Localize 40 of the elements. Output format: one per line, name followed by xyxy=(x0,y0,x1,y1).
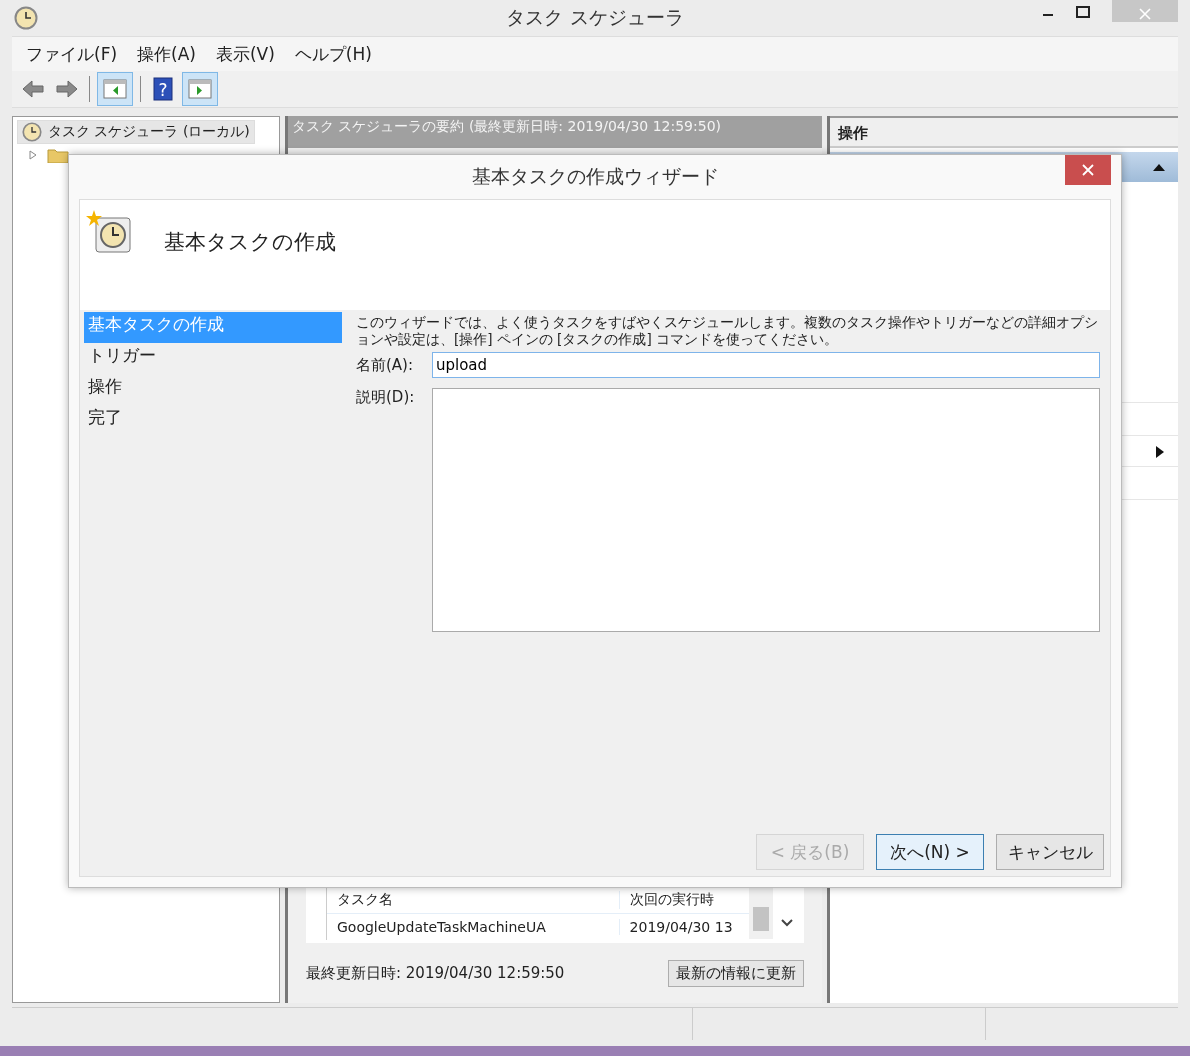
close-icon[interactable] xyxy=(1082,164,1094,176)
tree-item[interactable]: タスク スケジューラ (ローカル) xyxy=(17,120,255,144)
wizard-heading: 基本タスクの作成 xyxy=(164,229,336,256)
chevron-down-icon[interactable] xyxy=(781,919,793,927)
intro-text: このウィザードでは、よく使うタスクをすばやくスケジュールします。複数のタスク操作やトリガーなどの詳細オプションや設定は、[操作] ペインの [タスクの作成] コマンドを使ってください。 xyxy=(356,314,1099,348)
description-field[interactable] xyxy=(432,388,1100,632)
column-header[interactable]: タスク名 xyxy=(327,891,620,909)
pane-icon[interactable] xyxy=(97,72,133,106)
menu-item[interactable]: ファイル(F) xyxy=(18,40,126,68)
menu-item[interactable]: 表示(V) xyxy=(207,40,283,68)
dialog-title: 基本タスクの作成ウィザード xyxy=(471,164,719,189)
table-cell: GoogleUpdateTaskMachineUA xyxy=(327,919,620,935)
pane-icon[interactable] xyxy=(182,72,218,106)
scrollbar[interactable] xyxy=(749,887,773,939)
name-label: 名前(A): xyxy=(356,355,415,375)
clock-icon xyxy=(22,122,42,142)
caret-up-icon[interactable] xyxy=(1152,163,1166,171)
maximize-icon[interactable] xyxy=(1076,6,1090,18)
actions-header: 操作 xyxy=(830,116,1178,148)
submenu-arrow-icon[interactable] xyxy=(1156,446,1164,458)
last-updated-text: 最終更新日時: 2019/04/30 12:59:50 xyxy=(306,963,565,983)
task-clock-icon xyxy=(86,208,134,256)
clock-icon xyxy=(14,6,38,30)
description-label: 説明(D): xyxy=(356,388,416,407)
summary-header: タスク スケジューラの要約 (最終更新日時: 2019/04/30 12:59:50) xyxy=(288,116,822,148)
column-header[interactable]: 次回の実行時 xyxy=(619,891,749,909)
folder-icon xyxy=(47,147,69,163)
wizard-button[interactable]: キャンセル xyxy=(996,834,1104,870)
wizard-button[interactable]: 次へ(N) > xyxy=(876,834,984,870)
wizard-step[interactable]: 操作 xyxy=(84,374,342,405)
window-title: タスク スケジューラ xyxy=(506,5,684,30)
wizard-step[interactable]: 完了 xyxy=(84,405,342,436)
close-button[interactable] xyxy=(1065,155,1111,185)
expand-icon[interactable] xyxy=(29,150,37,160)
table-cell-text: 2019/04/30 13 xyxy=(628,919,734,935)
wizard-step[interactable]: トリガー xyxy=(84,343,342,374)
menu-item[interactable]: 操作(A) xyxy=(129,40,204,68)
menu-item[interactable]: ヘルプ(H) xyxy=(286,40,380,68)
refresh-button[interactable]: 最新の情報に更新 xyxy=(668,959,804,987)
name-field[interactable]: upload xyxy=(432,352,1100,378)
